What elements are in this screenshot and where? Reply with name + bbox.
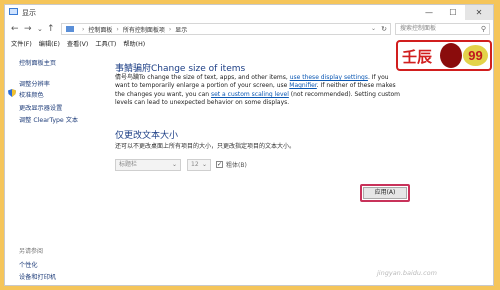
main-content: 事鲭骗府Change size of items 倩号鸟躏To change t…: [115, 53, 489, 285]
control-panel-icon: [66, 26, 74, 32]
control-panel-window: 显示 — ☐ ✕ ← → ⌄ ↑ › 控制面板 › 所有控制面板项 › 显示 ⌄…: [4, 4, 494, 286]
apply-button[interactable]: 应用(A): [363, 187, 407, 199]
text-size-heading: 仅更改文本大小: [115, 131, 179, 141]
display-app-icon: [9, 8, 18, 15]
description-paragraph: 倩号鸟躏To change the size of text, apps, an…: [115, 74, 405, 108]
sidebar-item-change-display-settings[interactable]: 更改显示器设置: [19, 103, 62, 112]
sidebar-item-cleartype[interactable]: 调整 ClearType 文本: [19, 115, 78, 124]
item-select[interactable]: 标题栏 ⌄: [115, 159, 181, 171]
recent-locations-icon[interactable]: ⌄: [37, 23, 43, 35]
sidebar-item-calibrate-color[interactable]: 校准颜色: [19, 90, 44, 99]
menu-file[interactable]: 文件(F): [11, 39, 32, 51]
site-watermark: jingyan.baidu.com: [377, 269, 437, 277]
menu-edit[interactable]: 编辑(E): [39, 39, 60, 51]
close-button[interactable]: ✕: [465, 5, 493, 20]
title-bar: 显示 — ☐ ✕: [5, 5, 493, 20]
back-arrow-icon[interactable]: ←: [11, 23, 19, 35]
stamp-name: 壬辰: [402, 48, 433, 66]
menu-view[interactable]: 查看(V): [67, 39, 88, 51]
sidebar-item-control-panel-home[interactable]: 控制面板主页: [19, 58, 56, 67]
garbled-prefix: 倩号鸟躏: [115, 74, 140, 81]
menu-tools[interactable]: 工具(T): [95, 39, 116, 51]
navigation-bar: ← → ⌄ ↑ › 控制面板 › 所有控制面板项 › 显示 ⌄ ↻ 搜索控制面板…: [5, 20, 493, 38]
search-input[interactable]: 搜索控制面板 ⚲: [395, 23, 490, 35]
refresh-icon[interactable]: ↻: [381, 25, 387, 33]
item-select-value: 标题栏: [119, 161, 138, 168]
change-size-heading: 事鲭骗府Change size of items: [115, 64, 246, 74]
display-settings-link[interactable]: use these display settings: [290, 74, 368, 81]
chevron-right-icon: ›: [168, 25, 172, 33]
menu-help[interactable]: 帮助(H): [123, 39, 145, 51]
stamp-emblem: [440, 43, 462, 68]
search-icon[interactable]: ⚲: [481, 24, 486, 34]
chevron-down-icon[interactable]: ⌄: [371, 25, 376, 32]
bold-checkbox[interactable]: ✓: [216, 161, 223, 168]
chevron-down-icon: ⌄: [171, 161, 177, 168]
maximize-button[interactable]: ☐: [441, 5, 465, 20]
see-also-heading: 另请参阅: [19, 248, 44, 255]
bold-label: 粗体(B): [226, 162, 247, 169]
sidebar: 控制面板主页 调整分辨率 校准颜色 更改显示器设置 调整 ClearType 文…: [5, 53, 101, 285]
magnifier-link[interactable]: Magnifier: [289, 82, 317, 89]
custom-scaling-link[interactable]: set a custom scaling level: [211, 91, 289, 98]
stamp-number: 99: [463, 45, 488, 66]
chevron-down-icon: ⌄: [201, 161, 207, 168]
sidebar-item-personalization[interactable]: 个性化: [19, 260, 38, 269]
sidebar-item-devices-printers[interactable]: 设备和打印机: [19, 272, 56, 281]
paragraph-text: To change the size of text, apps, and ot…: [139, 74, 290, 81]
watermark-stamp: 壬辰 99: [396, 40, 492, 71]
up-arrow-icon[interactable]: ↑: [47, 23, 55, 35]
search-placeholder: 搜索控制面板: [400, 25, 437, 32]
breadcrumb-display[interactable]: 显示: [175, 25, 187, 34]
shield-icon: [8, 89, 16, 97]
breadcrumb-control-panel[interactable]: 控制面板: [88, 25, 112, 34]
chevron-right-icon: ›: [116, 25, 119, 33]
address-bar[interactable]: › 控制面板 › 所有控制面板项 › 显示 ⌄ ↻: [61, 23, 391, 35]
forward-arrow-icon[interactable]: →: [24, 23, 32, 35]
window-title: 显示: [22, 9, 36, 17]
text-size-description: 还可以不更改桌面上所有项目的大小，只更改指定项目的文本大小。: [115, 143, 296, 150]
breadcrumb-all-items[interactable]: 所有控制面板项: [123, 25, 165, 34]
font-size-select[interactable]: 12 ⌄: [187, 159, 211, 171]
chevron-right-icon: ›: [82, 25, 85, 33]
window-controls: — ☐ ✕: [417, 5, 493, 20]
minimize-button[interactable]: —: [417, 5, 441, 20]
sidebar-item-adjust-resolution[interactable]: 调整分辨率: [19, 79, 50, 88]
font-size-value: 12: [191, 161, 199, 168]
